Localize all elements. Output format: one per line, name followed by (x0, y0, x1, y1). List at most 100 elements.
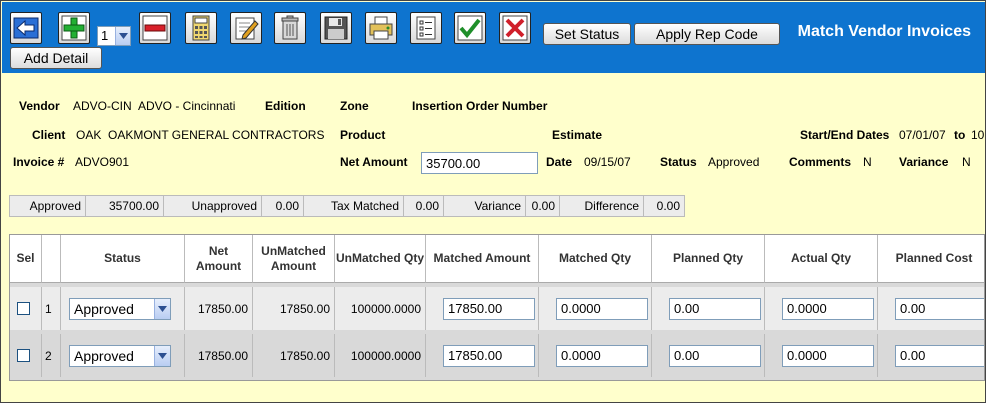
row-number: 2 (42, 334, 61, 377)
matched-amount-input[interactable] (443, 344, 535, 367)
planned-cost-input[interactable] (895, 344, 984, 367)
minus-icon (142, 15, 168, 41)
arrow-left-icon (13, 17, 39, 39)
save-button[interactable] (320, 12, 352, 44)
column-header-sel[interactable]: Sel (10, 235, 42, 283)
column-header-planned-cost[interactable]: Planned Cost (878, 235, 984, 283)
window: 1 Set Status Apply Rep Code Add Detail M… (0, 0, 986, 403)
status-select-value: Approved (74, 300, 134, 317)
calculator-button[interactable] (185, 12, 217, 44)
column-header-matched-amount[interactable]: Matched Amount (426, 235, 539, 283)
column-header-unmatched-amount[interactable]: UnMatched Amount (253, 235, 335, 283)
approve-button[interactable] (454, 12, 486, 44)
edit-button[interactable] (230, 12, 262, 44)
summary-label: Unapproved (164, 196, 262, 216)
matched-amount-input[interactable] (443, 297, 535, 320)
summary-label: Approved (10, 196, 86, 216)
chevron-down-icon (154, 298, 170, 319)
floppy-disk-icon (324, 16, 348, 40)
invoice-date: 09/15/07 (584, 155, 631, 169)
set-status-button[interactable]: Set Status (543, 23, 631, 45)
page-title: Match Vendor Invoices (797, 23, 971, 40)
matched-qty-cell (539, 287, 652, 330)
column-header-status[interactable]: Status (61, 235, 185, 283)
apply-rep-code-button[interactable]: Apply Rep Code (634, 23, 780, 45)
actual-qty-cell (765, 287, 878, 330)
matched-amount-cell (426, 334, 539, 377)
calculator-icon (190, 15, 212, 41)
comments-value: N (863, 155, 872, 169)
estimate-label: Estimate (552, 128, 603, 142)
row-select-checkbox[interactable] (17, 302, 30, 315)
planned-qty-input[interactable] (669, 344, 761, 367)
planned-cost-cell (878, 287, 984, 330)
net-amount-label: Net Amount (340, 155, 408, 169)
planned-qty-cell (652, 287, 765, 330)
status-select[interactable]: Approved (69, 344, 171, 367)
summary-label: Variance (444, 196, 526, 216)
column-header-actual-qty[interactable]: Actual Qty (765, 235, 878, 283)
column-header-planned-qty[interactable]: Planned Qty (652, 235, 765, 283)
add-detail-button[interactable]: Add Detail (10, 47, 102, 69)
column-header-matched-qty[interactable]: Matched Qty (539, 235, 652, 283)
start-date: 07/01/07 (899, 128, 946, 142)
set-status-label: Set Status (554, 26, 620, 42)
matched-qty-cell (539, 334, 652, 377)
column-header-net-amount[interactable]: Net Amount (185, 235, 253, 283)
invoice-number: ADVO901 (75, 155, 130, 169)
add-button[interactable] (58, 12, 90, 44)
delete-button[interactable] (274, 12, 306, 44)
quantity-value: 1 (101, 28, 109, 43)
summary-value: 0.00 (656, 199, 680, 213)
back-button[interactable] (10, 12, 42, 44)
checklist-icon (415, 15, 437, 41)
reject-button[interactable] (499, 12, 531, 44)
planned-qty-input[interactable] (669, 297, 761, 320)
actual-qty-input[interactable] (782, 344, 874, 367)
summary-value: 0.00 (262, 196, 304, 216)
start-end-dates-label: Start/End Dates (800, 128, 890, 142)
print-button[interactable] (365, 12, 397, 44)
actual-qty-input[interactable] (782, 297, 874, 320)
client-name: OAKMONT GENERAL CONTRACTORS (108, 128, 325, 142)
matched-qty-input[interactable] (556, 344, 648, 367)
date-label: Date (546, 155, 573, 169)
net-amount-cell: 17850.00 (185, 334, 253, 377)
insertion-order-label: Insertion Order Number (412, 99, 548, 113)
row-select-checkbox[interactable] (17, 349, 30, 362)
planned-cost-input[interactable] (895, 297, 984, 320)
add-detail-label: Add Detail (23, 50, 89, 66)
vendor-name: ADVO - Cincinnati (138, 99, 236, 113)
status-label: Status (660, 155, 697, 169)
pencil-icon (233, 15, 259, 41)
status-select[interactable]: Approved (69, 297, 171, 320)
unmatched-amount-cell: 17850.00 (253, 334, 335, 377)
row-status-cell: Approved (61, 287, 185, 330)
summary-label: Tax Matched (304, 196, 404, 216)
client-code: OAK (76, 128, 102, 142)
edition-label: Edition (265, 99, 306, 113)
chevron-down-icon (115, 27, 130, 45)
variance-value: N (962, 155, 971, 169)
matched-qty-input[interactable] (556, 297, 648, 320)
row-number: 1 (42, 287, 61, 330)
summary-label: Difference (560, 196, 644, 216)
net-amount-field[interactable] (421, 152, 538, 174)
invoice-detail-grid: Sel Status Net Amount UnMatched Amount U… (9, 234, 985, 381)
apply-rep-code-label: Apply Rep Code (656, 26, 758, 42)
vendor-label: Vendor (19, 99, 60, 113)
plus-icon (61, 15, 87, 41)
x-close-icon (502, 15, 528, 41)
summary-value: 0.00 (526, 196, 560, 216)
details-button[interactable] (410, 12, 442, 44)
printer-icon (368, 16, 394, 40)
column-header-unmatched-qty[interactable]: UnMatched Qty (335, 235, 426, 283)
status-select-value: Approved (74, 347, 134, 364)
net-amount-cell: 17850.00 (185, 287, 253, 330)
quantity-select[interactable]: 1 (97, 26, 131, 46)
remove-button[interactable] (139, 12, 171, 44)
variance-label: Variance (899, 155, 949, 169)
table-row: 1 Approved 17850.00 17850.00 100000.0000 (10, 287, 984, 330)
chevron-down-icon (154, 345, 170, 366)
comments-label: Comments (789, 155, 852, 169)
